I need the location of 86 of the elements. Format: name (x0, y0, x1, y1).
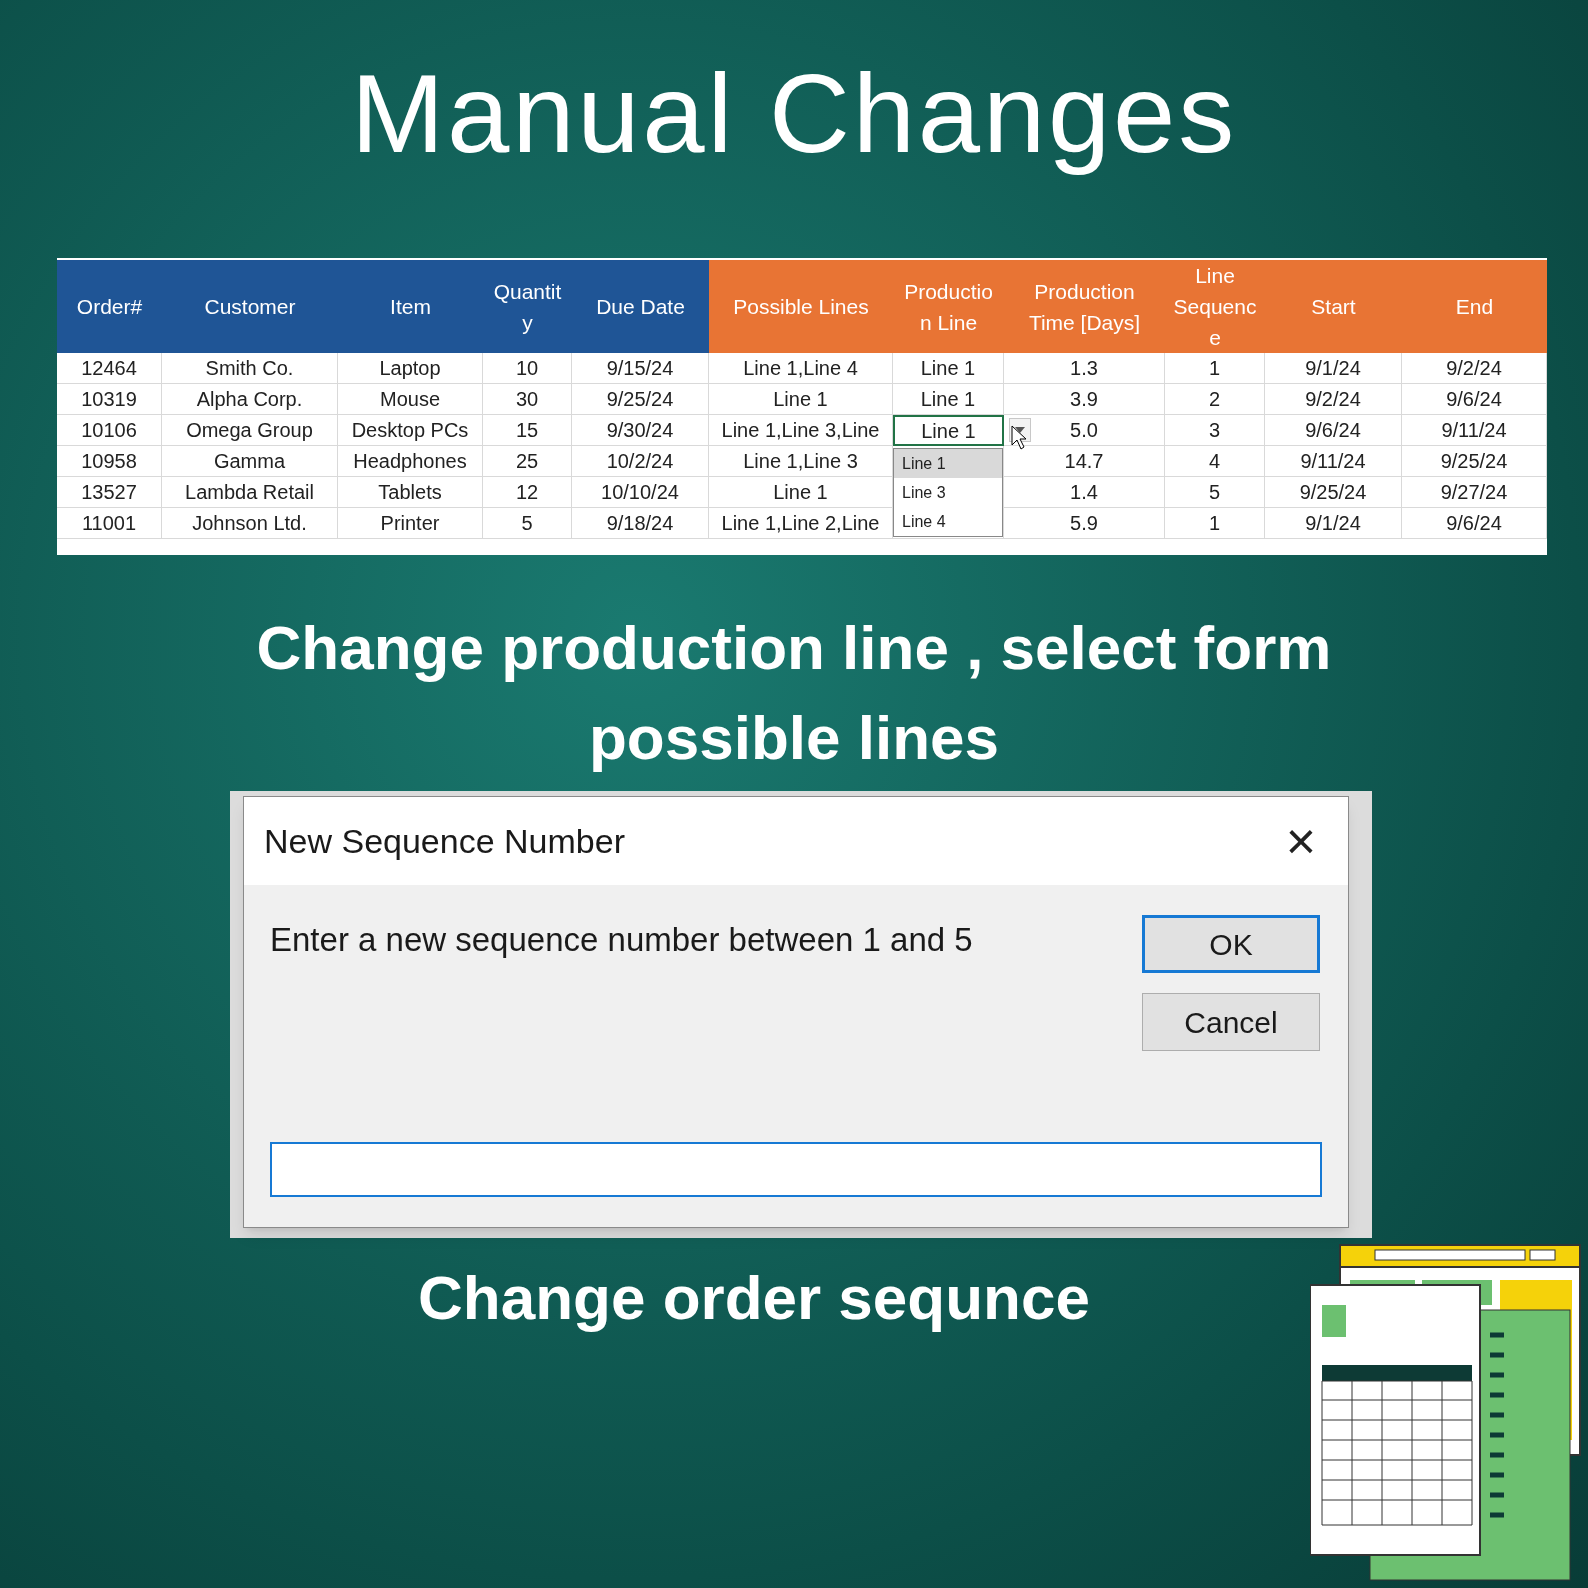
table-cell-text: 3.9 (1070, 387, 1098, 412)
dialog-button[interactable]: Cancel (1142, 993, 1320, 1051)
table-cell-text: 1 (1208, 511, 1221, 536)
caret-icon (1015, 427, 1025, 433)
table-cell-text: 9/27/24 (1440, 480, 1508, 505)
column-header: Productio n Line (893, 260, 1004, 353)
caption: Change order sequnce (418, 1262, 1090, 1334)
table-cell-text: 25 (515, 449, 539, 474)
table-cell-text: 10 (515, 356, 539, 381)
table-cell-text: 1.3 (1070, 356, 1098, 381)
table-cell-text: 13527 (81, 480, 137, 505)
table-cell-text: 9/6/24 (1446, 387, 1502, 412)
dialog-title: New Sequence Number (264, 820, 625, 862)
table-cell-text: 1 (1208, 356, 1221, 381)
table-cell-text: 4 (1208, 449, 1221, 474)
table-cell-text: Line 1,Line 3,Line (721, 418, 880, 443)
table-cell-text: Lambda Retail (185, 480, 314, 505)
table-cell-text: Smith Co. (205, 356, 294, 381)
table-cell-text: 10106 (81, 418, 137, 443)
table-cell-text: 5 (521, 511, 533, 536)
table-cell-text: 9/30/24 (606, 418, 674, 443)
table-cell-text: Gamma (213, 449, 286, 474)
table-cell-text: 1.4 (1070, 480, 1098, 505)
column-header: Item (338, 260, 483, 353)
column-header: Due Date (572, 260, 709, 353)
table-cell-text: 9/25/24 (606, 387, 674, 412)
column-header: Quantit y (483, 260, 572, 353)
table-cell-text: Johnson Ltd. (192, 511, 307, 536)
column-header: Order# (57, 260, 162, 353)
column-header: End (1402, 260, 1547, 353)
table-cell-text: Line 1 (773, 480, 828, 505)
table-cell-text: Line 1,Line 3 (743, 449, 858, 474)
table-cell-text: 10319 (81, 387, 137, 412)
table-cell-text: 5 (1208, 480, 1221, 505)
table-cell-text: 30 (515, 387, 539, 412)
table-cell-text: 9/11/24 (1441, 418, 1507, 443)
table-cell-text: 9/2/24 (1305, 387, 1361, 412)
table-cell-text: Line 1 (773, 387, 828, 412)
dialog-message: Enter a new sequence number between 1 and 5 (270, 920, 973, 960)
selected-cell[interactable]: Line 1 (893, 415, 1004, 446)
table-cell-text: 11001 (81, 511, 137, 536)
caption: Change production line , select form possible lines (255, 612, 1333, 774)
dialog-button[interactable]: OK (1142, 915, 1320, 973)
table-cell-text: 10/2/24 (606, 449, 674, 474)
table-cell-text: 9/18/24 (606, 511, 674, 536)
page-title: Manual Changes (351, 52, 1237, 178)
column-header: Customer (162, 260, 338, 353)
table-cell-text: 15 (515, 418, 539, 443)
table-cell-text: 10/10/24 (601, 480, 679, 505)
table-cell-text: 9/1/24 (1305, 511, 1361, 536)
table-cell-text: Line 1,Line 4 (743, 356, 858, 381)
table-cell-text: 9/25/24 (1440, 449, 1508, 474)
table-cell-text: 5.9 (1070, 511, 1098, 536)
table-cell-text: 9/15/24 (606, 356, 674, 381)
table-cell-text: 14.7 (1064, 449, 1104, 474)
column-header: Line Sequenc e (1165, 260, 1265, 353)
table-cell-text: 9/25/24 (1299, 480, 1367, 505)
table-cell-text: 9/6/24 (1446, 511, 1502, 536)
table-cell-text: Mouse (380, 387, 440, 412)
table-cell-text: 10958 (81, 449, 137, 474)
table-cell-text: Line 1 (920, 356, 976, 381)
table-cell-text: Alpha Corp. (196, 387, 303, 412)
column-header: Start (1265, 260, 1402, 353)
table-cell-text: Headphones (353, 449, 467, 474)
table-cell-text: 12464 (81, 356, 137, 381)
table-cell-text: Desktop PCs (351, 418, 469, 443)
table-cell-text: 5.0 (1070, 418, 1098, 443)
table-cell-text: Laptop (379, 356, 441, 381)
table-cell-text: Printer (380, 511, 440, 536)
table-cell-text: Omega Group (186, 418, 313, 443)
table-cell-text: 12 (515, 480, 539, 505)
close-button[interactable]: × (1281, 815, 1320, 867)
table-cell-text: Line 1 (920, 387, 976, 412)
table-cell-text: 9/11/24 (1300, 449, 1366, 474)
table-cell-text: 9/6/24 (1305, 418, 1361, 443)
column-header: Production Time [Days] (1004, 260, 1165, 353)
column-header: Possible Lines (709, 260, 893, 353)
cursor-icon (1011, 425, 1027, 451)
table-cell-text: Tablets (378, 480, 442, 505)
table-cell-text: Line 1,Line 2,Line (721, 511, 880, 536)
table-cell-text: 9/1/24 (1305, 356, 1361, 381)
table-cell-text: 3 (1208, 418, 1221, 443)
table-cell-text: 9/2/24 (1446, 356, 1502, 381)
dropdown-option[interactable]: Line 1 (894, 449, 1002, 478)
input-field[interactable] (270, 1142, 1322, 1197)
table-cell-text: 2 (1208, 387, 1221, 412)
